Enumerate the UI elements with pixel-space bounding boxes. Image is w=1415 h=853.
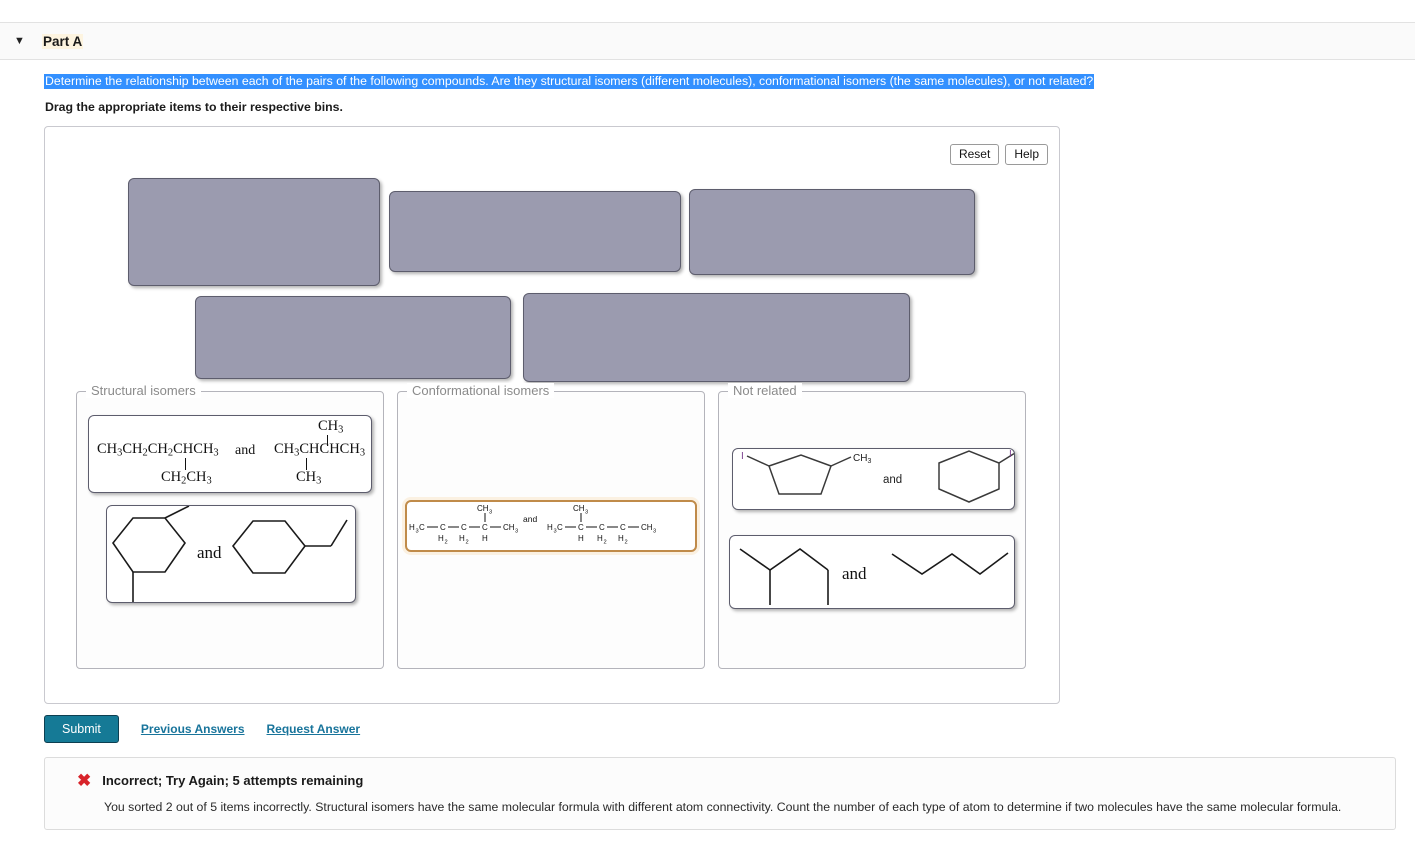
- card-condensed-formula-pair[interactable]: CH3CH2CH2CHCH3 CH2CH3 and CH3 CH3CHCHCH3…: [88, 415, 372, 493]
- skeletal-structures-svg: and: [112, 506, 348, 602]
- and-label: and: [235, 443, 256, 458]
- card-alkane-skeletal-pair[interactable]: and: [729, 535, 1015, 609]
- svg-text:3: 3: [489, 510, 492, 516]
- question-instruction: Drag the appropriate items to their resp…: [45, 100, 343, 114]
- svg-text:H: H: [482, 534, 488, 543]
- svg-text:H: H: [459, 534, 465, 543]
- methyl-label: CH3: [853, 453, 871, 465]
- svg-text:H: H: [578, 534, 584, 543]
- svg-text:H: H: [618, 534, 624, 543]
- feedback-body: You sorted 2 out of 5 items incorrectly.…: [104, 800, 1342, 814]
- svg-text:2: 2: [445, 540, 448, 546]
- svg-text:C: C: [620, 523, 626, 532]
- empty-slot[interactable]: [389, 191, 681, 272]
- svg-text:H: H: [547, 523, 553, 532]
- right-formula-above: CH3: [318, 418, 344, 436]
- iodo-structures-svg: I CH3 I and: [741, 449, 1014, 503]
- svg-text:2: 2: [625, 540, 628, 546]
- svg-text:2: 2: [466, 540, 469, 546]
- halogen-label-left: I: [741, 451, 744, 462]
- feedback-panel: ✖ Incorrect; Try Again; 5 attempts remai…: [44, 757, 1396, 830]
- right-formula-below: CH3: [296, 469, 322, 487]
- submit-button[interactable]: Submit: [44, 715, 119, 743]
- close-x-icon: ✖: [77, 771, 92, 790]
- halogen-label-right: I: [1009, 449, 1012, 460]
- svg-text:C: C: [557, 523, 563, 532]
- panel-toolbar: Reset Help: [949, 144, 1048, 165]
- help-button[interactable]: Help: [1005, 144, 1048, 165]
- bin-not-related[interactable]: Not related I CH3 I and and: [718, 383, 1026, 669]
- svg-text:C: C: [578, 523, 584, 532]
- and-label: and: [197, 543, 222, 562]
- and-label: and: [883, 474, 902, 486]
- svg-text:C: C: [599, 523, 605, 532]
- card-iodo-skeletal-pair[interactable]: I CH3 I and: [732, 448, 1015, 510]
- part-header[interactable]: ▼ Part A: [0, 22, 1415, 60]
- feedback-header: ✖ Incorrect; Try Again; 5 attempts remai…: [61, 772, 1379, 789]
- svg-text:H: H: [438, 534, 444, 543]
- card-skeletal-ring-pair[interactable]: and: [106, 505, 356, 603]
- bin-structural-isomers[interactable]: Structural isomers CH3CH2CH2CHCH3 CH2CH3…: [76, 383, 384, 669]
- svg-text:H: H: [597, 534, 603, 543]
- svg-text:2: 2: [604, 540, 607, 546]
- request-answer-link[interactable]: Request Answer: [267, 722, 361, 736]
- svg-text:3: 3: [653, 529, 656, 535]
- question-prompt: Determine the relationship between each …: [44, 74, 1095, 89]
- page-title: Part A: [42, 33, 84, 49]
- bin-label: Not related: [728, 383, 802, 398]
- svg-text:CH: CH: [503, 523, 515, 532]
- svg-text:H: H: [409, 523, 415, 532]
- empty-slot[interactable]: [195, 296, 511, 379]
- drag-drop-panel: Reset Help Structural isomers CH3CH2CH2C…: [44, 126, 1060, 704]
- left-formula-below: CH2CH3: [161, 469, 212, 487]
- feedback-title: Incorrect; Try Again; 5 attempts remaini…: [102, 773, 364, 788]
- previous-answers-link[interactable]: Previous Answers: [141, 722, 245, 736]
- action-row: Submit Previous Answers Request Answer: [44, 715, 360, 743]
- bin-conformational-isomers[interactable]: Conformational isomers H3C C H2 C H2 C H…: [397, 383, 705, 669]
- empty-slot[interactable]: [128, 178, 380, 286]
- svg-text:3: 3: [585, 510, 588, 516]
- expanded-formula-svg: H3C C H2 C H2 C H CH 3 CH 3 and H 3 C C …: [409, 504, 656, 546]
- card-expanded-formula-pair[interactable]: H3C C H2 C H2 C H CH 3 CH 3 and H 3 C C …: [405, 500, 697, 552]
- and-label: and: [523, 514, 537, 524]
- and-label: and: [842, 564, 867, 583]
- bin-label: Conformational isomers: [407, 383, 555, 398]
- svg-text:3: 3: [515, 529, 518, 535]
- svg-text:C: C: [461, 523, 467, 532]
- left-formula-main: CH3CH2CH2CHCH3: [97, 441, 219, 459]
- empty-slot[interactable]: [689, 189, 975, 275]
- empty-slot[interactable]: [523, 293, 910, 382]
- svg-text:CH: CH: [641, 523, 653, 532]
- alkane-structures-svg: and: [739, 548, 1009, 605]
- bin-label: Structural isomers: [86, 383, 201, 398]
- reset-button[interactable]: Reset: [949, 144, 1000, 165]
- svg-text:C: C: [419, 523, 425, 532]
- bins-row: Structural isomers CH3CH2CH2CHCH3 CH2CH3…: [76, 383, 1030, 669]
- chevron-down-icon[interactable]: ▼: [14, 35, 28, 47]
- right-formula-main: CH3CHCHCH3: [274, 441, 366, 459]
- svg-text:C: C: [440, 523, 446, 532]
- svg-text:C: C: [482, 523, 488, 532]
- svg-text:CH: CH: [477, 504, 489, 513]
- svg-text:CH: CH: [573, 504, 585, 513]
